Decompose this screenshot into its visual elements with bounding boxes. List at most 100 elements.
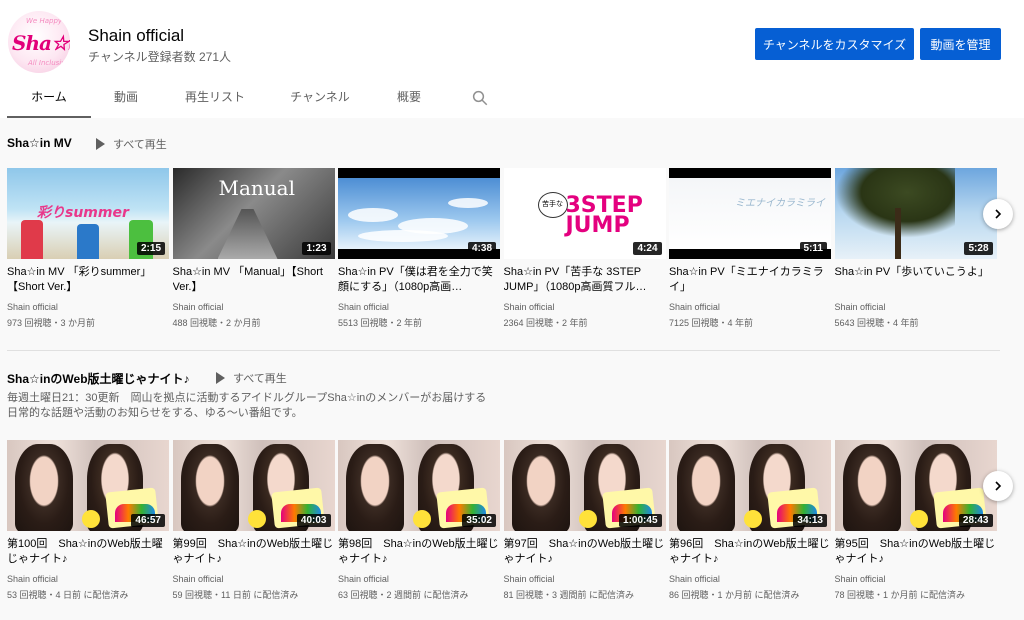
speech-bubble-icon: 苦手な bbox=[537, 192, 568, 218]
customize-channel-button[interactable]: チャンネルをカスタマイズ bbox=[755, 28, 914, 60]
duration-badge: 46:57 bbox=[131, 514, 165, 527]
duration-badge: 5:28 bbox=[964, 242, 993, 255]
video-channel[interactable]: Shain official bbox=[835, 574, 997, 584]
video-thumbnail[interactable]: 彩りsummer 2:15 bbox=[7, 168, 169, 259]
video-title[interactable]: 第97回 Sha☆inのWeb版土曜じゃナイト♪ bbox=[504, 537, 666, 567]
video-title[interactable]: Sha☆in MV 「彩りsummer」【Short Ver.】 bbox=[7, 265, 169, 295]
section-title-web-show[interactable]: Sha☆inのWeb版土曜じゃナイト♪ bbox=[7, 370, 190, 387]
video-channel[interactable]: Shain official bbox=[835, 302, 997, 312]
video-meta: 488 回視聴・2 か月前 bbox=[172, 318, 261, 328]
duration-badge: 4:24 bbox=[633, 242, 662, 255]
video-channel[interactable]: Shain official bbox=[7, 574, 169, 584]
thumbnail-text: Manual bbox=[218, 176, 295, 200]
video-meta: 81 回視聴・3 週間前 に配信済み bbox=[503, 590, 635, 600]
video-shelf-mv: 彩りsummer 2:15 Sha☆in MV 「彩りsummer」【Short… bbox=[7, 168, 1007, 343]
video-meta: 973 回視聴・3 か月前 bbox=[7, 318, 96, 328]
video-title[interactable]: Sha☆in PV「ミエナイカラミライ」 bbox=[669, 265, 831, 295]
video-title[interactable]: Sha☆in PV「僕は君を全力で笑顔にする」（1080p高画… bbox=[338, 265, 500, 295]
description-line: 日常的な話題や活動のお知らせをする、ゆる〜い番組です。 bbox=[7, 407, 303, 419]
video-title[interactable]: Sha☆in PV「苦手な 3STEP JUMP」（1080p高画質フル… bbox=[504, 265, 666, 295]
duration-badge: 4:38 bbox=[467, 242, 496, 255]
video-card[interactable]: 35:02 第98回 Sha☆inのWeb版土曜じゃナイト♪ Shain off… bbox=[338, 440, 500, 601]
next-arrow-button[interactable] bbox=[983, 199, 1013, 229]
video-title[interactable]: 第99回 Sha☆inのWeb版土曜じゃナイト♪ bbox=[173, 537, 335, 567]
manage-videos-button[interactable]: 動画を管理 bbox=[920, 28, 1001, 60]
video-card[interactable]: 4:38 Sha☆in PV「僕は君を全力で笑顔にする」（1080p高画… Sh… bbox=[338, 168, 500, 329]
video-channel[interactable]: Shain official bbox=[669, 302, 831, 312]
video-card[interactable]: 40:03 第99回 Sha☆inのWeb版土曜じゃナイト♪ Shain off… bbox=[172, 440, 335, 601]
video-channel[interactable]: Shain official bbox=[504, 574, 666, 584]
search-icon[interactable] bbox=[471, 89, 489, 107]
video-channel[interactable]: Shain official bbox=[504, 302, 666, 312]
section-description: 毎週土曜日21：30更新 岡山を拠点に活動するアイドルグループSha☆inのメン… bbox=[7, 391, 486, 421]
video-meta: 5513 回視聴・2 年前 bbox=[338, 318, 423, 328]
video-card[interactable]: 46:57 第100回 Sha☆inのWeb版土曜じゃナイト♪ Shain of… bbox=[7, 440, 169, 601]
video-title[interactable]: 第100回 Sha☆inのWeb版土曜じゃナイト♪ bbox=[7, 537, 169, 567]
tab-home[interactable]: ホーム bbox=[7, 78, 91, 118]
video-title[interactable]: 第96回 Sha☆inのWeb版土曜じゃナイト♪ bbox=[669, 537, 831, 567]
duration-badge: 28:43 bbox=[958, 514, 993, 527]
video-channel[interactable]: Shain official bbox=[173, 574, 335, 584]
video-thumbnail[interactable]: 4:38 bbox=[338, 168, 500, 259]
video-meta: 53 回視聴・4 日前 に配信済み bbox=[7, 590, 129, 600]
play-icon bbox=[96, 138, 105, 150]
video-thumbnail[interactable]: 40:03 bbox=[172, 440, 335, 531]
chevron-right-icon bbox=[995, 209, 1002, 219]
chevron-right-icon bbox=[995, 481, 1002, 491]
avatar-logo: Sha☆in bbox=[12, 31, 70, 55]
video-card[interactable]: 彩りsummer 2:15 Sha☆in MV 「彩りsummer」【Short… bbox=[7, 168, 169, 329]
duration-badge: 35:02 bbox=[462, 514, 496, 527]
play-all-label: すべて再生 bbox=[233, 373, 287, 385]
video-meta: 86 回視聴・1 か月前 に配信済み bbox=[669, 590, 800, 600]
video-card[interactable]: 34:13 第96回 Sha☆inのWeb版土曜じゃナイト♪ Shain off… bbox=[669, 440, 831, 601]
duration-badge: 40:03 bbox=[296, 514, 331, 527]
video-card[interactable]: 1:00:45 第97回 Sha☆inのWeb版土曜じゃナイト♪ Shain o… bbox=[503, 440, 666, 601]
channel-avatar[interactable]: We Happy Sha☆in All Inclusive bbox=[8, 11, 70, 73]
thumbnail-text: ミエナイカラミライ bbox=[735, 198, 825, 209]
duration-badge: 2:15 bbox=[136, 242, 165, 255]
duration-badge: 1:00:45 bbox=[619, 514, 662, 527]
video-channel[interactable]: Shain official bbox=[338, 302, 500, 312]
video-thumbnail[interactable]: 1:00:45 bbox=[503, 440, 666, 531]
video-meta: 63 回視聴・2 週間前 に配信済み bbox=[338, 590, 469, 600]
video-thumbnail[interactable]: 28:43 bbox=[834, 440, 997, 531]
video-meta: 5643 回視聴・4 年前 bbox=[834, 318, 919, 328]
tab-channels[interactable]: チャンネル bbox=[282, 78, 358, 116]
channel-header: We Happy Sha☆in All Inclusive Shain offi… bbox=[0, 0, 1024, 118]
thumbnail-text: 彩りsummer bbox=[37, 205, 129, 221]
video-channel[interactable]: Shain official bbox=[669, 574, 831, 584]
tab-videos[interactable]: 動画 bbox=[98, 78, 154, 116]
duration-badge: 34:13 bbox=[793, 514, 827, 527]
play-all-web-show[interactable]: すべて再生 bbox=[216, 370, 287, 386]
video-thumbnail[interactable]: 46:57 bbox=[7, 440, 169, 531]
video-card[interactable]: 苦手な 3STEP JUMP 4:24 Sha☆in PV「苦手な 3STEP … bbox=[503, 168, 666, 329]
section-title-mv[interactable]: Sha☆in MV bbox=[7, 136, 72, 150]
tab-playlists[interactable]: 再生リスト bbox=[176, 78, 254, 116]
video-title[interactable]: 第98回 Sha☆inのWeb版土曜じゃナイト♪ bbox=[338, 537, 500, 567]
video-thumbnail[interactable]: ミエナイカラミライ 5:11 bbox=[669, 168, 831, 259]
tab-about[interactable]: 概要 bbox=[386, 78, 432, 116]
video-card[interactable]: 28:43 第95回 Sha☆inのWeb版土曜じゃナイト♪ Shain off… bbox=[834, 440, 997, 601]
video-thumbnail[interactable]: Manual 1:23 bbox=[172, 168, 335, 259]
video-meta: 2364 回視聴・2 年前 bbox=[503, 318, 588, 328]
description-line: 毎週土曜日21：30更新 岡山を拠点に活動するアイドルグループSha☆inのメン… bbox=[7, 392, 487, 404]
video-title[interactable]: Sha☆in PV「歩いていこうよ」 bbox=[835, 265, 997, 295]
play-all-mv[interactable]: すべて再生 bbox=[96, 136, 167, 152]
duration-badge: 5:11 bbox=[799, 242, 827, 255]
video-title[interactable]: Sha☆in MV 「Manual」【Short Ver.】 bbox=[173, 265, 335, 295]
video-channel[interactable]: Shain official bbox=[7, 302, 169, 312]
video-card[interactable]: 5:28 Sha☆in PV「歩いていこうよ」 Shain official 5… bbox=[834, 168, 997, 329]
video-thumbnail[interactable]: 5:28 bbox=[834, 168, 997, 259]
video-card[interactable]: Manual 1:23 Sha☆in MV 「Manual」【Short Ver… bbox=[172, 168, 335, 329]
channel-name: Shain official bbox=[88, 26, 185, 45]
video-title[interactable]: 第95回 Sha☆inのWeb版土曜じゃナイト♪ bbox=[835, 537, 997, 567]
play-icon bbox=[216, 372, 225, 384]
video-channel[interactable]: Shain official bbox=[173, 302, 335, 312]
video-channel[interactable]: Shain official bbox=[338, 574, 500, 584]
video-card[interactable]: ミエナイカラミライ 5:11 Sha☆in PV「ミエナイカラミライ」 Shai… bbox=[669, 168, 831, 329]
video-thumbnail[interactable]: 苦手な 3STEP JUMP 4:24 bbox=[503, 168, 666, 259]
video-thumbnail[interactable]: 34:13 bbox=[669, 440, 831, 531]
video-thumbnail[interactable]: 35:02 bbox=[338, 440, 500, 531]
next-arrow-button[interactable] bbox=[983, 471, 1013, 501]
avatar-deco-bottom: All Inclusive bbox=[28, 59, 70, 67]
